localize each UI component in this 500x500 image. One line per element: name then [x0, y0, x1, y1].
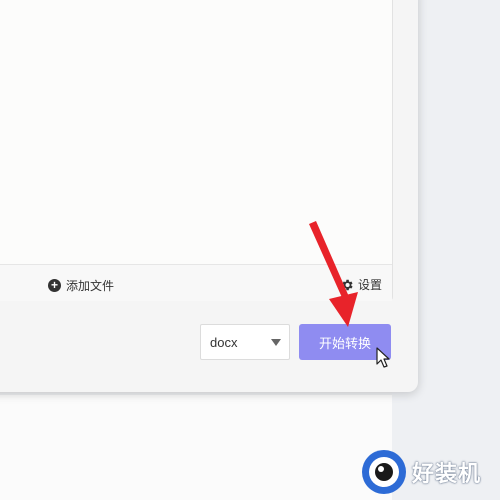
output-format-select[interactable]: docx [200, 324, 290, 360]
lower-background [0, 395, 392, 500]
settings-button[interactable]: 设置 [340, 276, 382, 293]
watermark: 好装机 [360, 448, 481, 496]
file-panel-footer: + 添加文件 设置 [0, 264, 392, 301]
add-file-label: 添加文件 [66, 279, 115, 293]
settings-label: 设置 [358, 278, 383, 292]
watermark-logo-icon [362, 450, 406, 494]
converter-window: + 添加文件 设置 docx 开始转换 [0, 0, 418, 392]
plus-circle-icon: + [48, 279, 61, 292]
chevron-down-icon [271, 339, 281, 346]
file-drop-area[interactable]: + 添加文件 设置 [0, 0, 393, 301]
start-convert-label: 开始转换 [318, 335, 371, 351]
add-file-button[interactable]: + 添加文件 [48, 277, 114, 294]
watermark-text: 好装机 [412, 461, 482, 486]
cursor-icon [376, 347, 390, 368]
gear-icon [342, 279, 353, 290]
format-value: docx [210, 334, 238, 350]
